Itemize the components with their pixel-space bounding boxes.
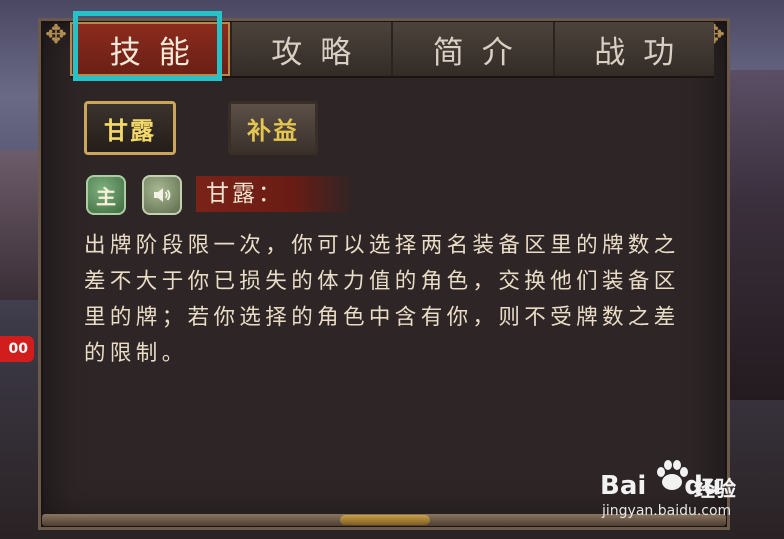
panel-bottom-knob	[340, 515, 430, 525]
skill-type-badge: 主	[86, 175, 126, 215]
tab-achievements[interactable]: 战功	[555, 22, 715, 76]
hp-badge: 00	[0, 336, 34, 362]
tab-bar: 技能 攻略 简介 战功	[70, 22, 714, 78]
tab-intro[interactable]: 简介	[393, 22, 555, 76]
baidu-jingyan-watermark: Bai du 经验 jingyan.baidu.com	[600, 455, 750, 525]
skill-title: 甘露：	[206, 181, 284, 207]
corner-ornament-icon: ✥	[45, 20, 67, 50]
tab-strategy[interactable]: 攻略	[232, 22, 393, 76]
watermark-url: jingyan.baidu.com	[602, 503, 732, 519]
speaker-icon[interactable]	[142, 175, 182, 215]
speaker-icon-glyph	[154, 188, 171, 202]
skill-button-buyi[interactable]: 补益	[228, 101, 318, 155]
watermark-name: 经验	[694, 477, 736, 501]
skill-description: 出牌阶段限一次，你可以选择两名装备区里的牌数之差不大于你已损失的体力值的角色，交…	[84, 233, 680, 366]
tab-skills[interactable]: 技能	[70, 22, 232, 76]
skill-button-ganlu[interactable]: 甘露	[84, 101, 176, 155]
